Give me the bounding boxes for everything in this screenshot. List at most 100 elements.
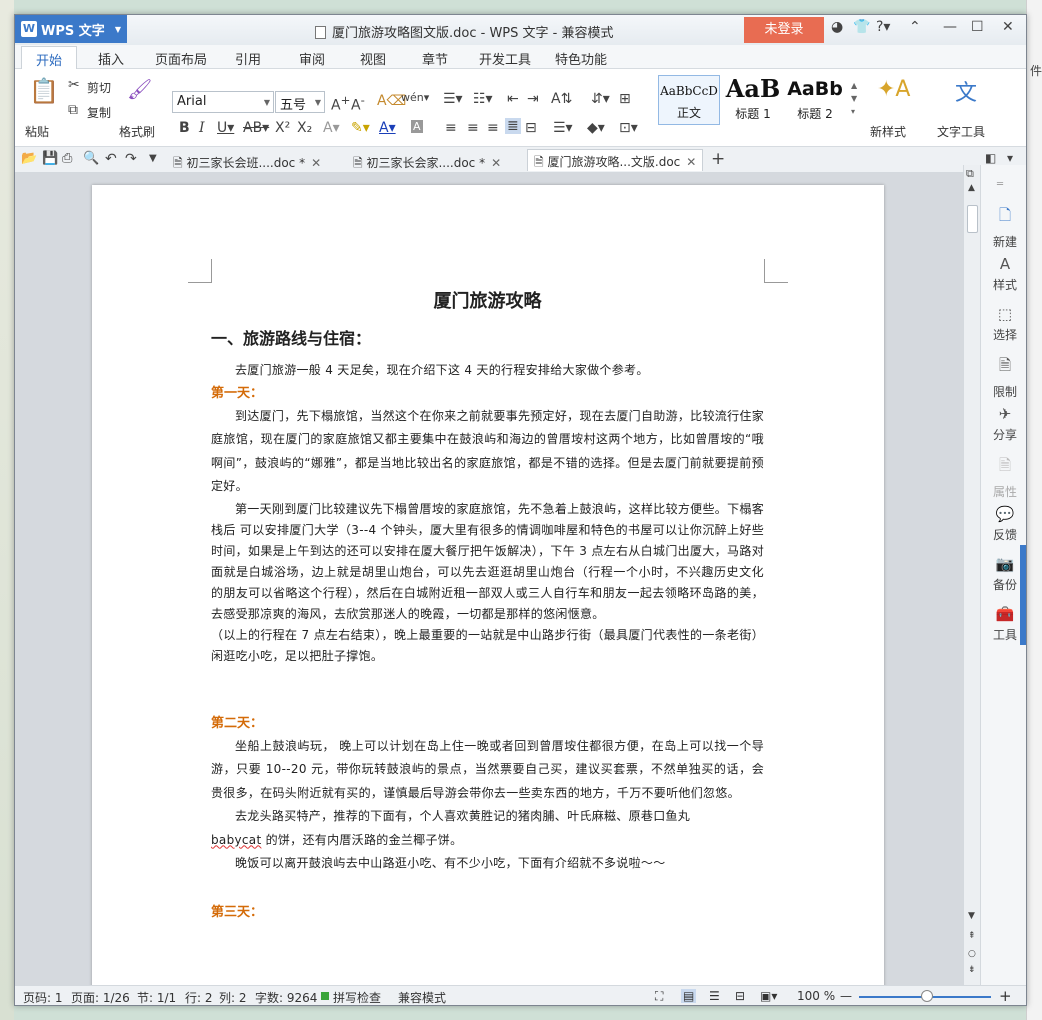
tab-chapter[interactable]: 章节	[422, 49, 448, 68]
numbering-icon[interactable]: ☷▾	[473, 91, 493, 107]
next-page-icon[interactable]: ⇟	[968, 965, 976, 975]
doc-tab-2[interactable]: 🗎 初三家长会家....doc * ✕	[347, 151, 507, 173]
subscript-icon[interactable]: X₂	[297, 120, 312, 136]
redo-icon[interactable]: ↷	[125, 151, 137, 167]
save-icon[interactable]: 💾	[42, 151, 58, 166]
justify-icon[interactable]: ≣	[505, 118, 521, 134]
zoom-out-icon[interactable]: —	[840, 989, 852, 1003]
cut-button[interactable]: 剪切	[87, 79, 111, 96]
text-tools-button[interactable]: 文字工具	[937, 123, 985, 140]
shrink-font-icon[interactable]: A-	[351, 93, 365, 114]
window-list-icon[interactable]: ◧	[985, 151, 996, 165]
minimize-icon[interactable]: —	[943, 19, 957, 35]
maximize-icon[interactable]: ☐	[971, 19, 984, 35]
reading-view-icon[interactable]: ▣▾	[760, 989, 777, 1003]
fullscreen-view-icon[interactable]: ⛶	[655, 989, 663, 1004]
side-restrict[interactable]: 🗎 限制	[981, 355, 1026, 400]
doc-tab-active[interactable]: 🗎 厦门旅游攻略...文版.doc ✕	[527, 149, 704, 171]
panel-collapse-icon[interactable]: ═	[997, 179, 1003, 190]
tab-features[interactable]: 特色功能	[555, 49, 607, 68]
style-heading-1[interactable]: AaB 标题 1	[722, 75, 784, 125]
scroll-down-icon[interactable]: ▼	[968, 911, 975, 921]
text-direction-icon[interactable]: A⇅	[551, 91, 572, 107]
document-page[interactable]: 厦门旅游攻略 一、旅游路线与住宿： 去厦门旅游一般 4 天足矣，现在介绍下这 4…	[92, 185, 884, 1005]
bold-icon[interactable]: B	[179, 120, 190, 136]
paste-icon[interactable]: 📋	[29, 77, 59, 105]
distributed-icon[interactable]: ⊟	[525, 120, 537, 136]
print-preview-icon[interactable]: 🔍	[83, 151, 99, 166]
side-properties[interactable]: 🗎 属性	[981, 455, 1026, 500]
table-icon[interactable]: ⊞	[619, 91, 631, 107]
format-painter-button[interactable]: 格式刷	[119, 123, 155, 140]
tab-menu-icon[interactable]: ▾	[1007, 151, 1013, 165]
shading-icon[interactable]: ◆▾	[587, 120, 605, 136]
new-style-button[interactable]: 新样式	[870, 123, 906, 140]
copy-button[interactable]: 复制	[87, 104, 111, 121]
collapse-ribbon-icon[interactable]: ⌃	[909, 19, 921, 35]
underline-icon[interactable]: U▾	[217, 120, 234, 136]
superscript-icon[interactable]: X²	[275, 120, 290, 136]
page-view-icon[interactable]: ▤	[681, 989, 697, 1003]
paste-button[interactable]: 粘贴	[25, 123, 49, 140]
outline-view-icon[interactable]: ☰	[709, 989, 720, 1003]
side-new[interactable]: 🗋 新建	[981, 205, 1026, 250]
customize-qat-icon[interactable]: ▼	[149, 153, 157, 164]
open-folder-icon[interactable]: 📂	[21, 151, 37, 166]
zoom-in-icon[interactable]: +	[999, 987, 1012, 1005]
prev-page-icon[interactable]: ⇞	[968, 931, 976, 941]
web-view-icon[interactable]: ⊟	[735, 989, 745, 1003]
tab-references[interactable]: 引用	[235, 49, 261, 68]
vertical-scrollbar[interactable]: ⧉ ▲ ▼ ⇞ ○ ⇟	[963, 165, 980, 985]
align-left-icon[interactable]: ≡	[445, 120, 457, 136]
close-tab-icon[interactable]: ✕	[311, 156, 321, 170]
side-share[interactable]: ✈ 分享	[981, 405, 1026, 443]
align-center-icon[interactable]: ≡	[467, 120, 479, 136]
borders-icon[interactable]: ⊡▾	[619, 120, 638, 136]
app-menu-button[interactable]: W WPS 文字 ▼	[15, 15, 127, 43]
font-size-select[interactable]: 五号 ▼	[275, 91, 325, 113]
zoom-level[interactable]: 100 %	[797, 989, 835, 1003]
text-effect-icon[interactable]: A▾	[323, 120, 340, 136]
style-normal[interactable]: AaBbCcD 正文	[658, 75, 720, 125]
scroll-top-icon[interactable]: ⧉	[966, 167, 974, 181]
zoom-slider-knob[interactable]	[921, 990, 933, 1002]
skin-icon[interactable]: ◕	[831, 19, 843, 35]
tab-review[interactable]: 审阅	[299, 49, 325, 68]
align-right-icon[interactable]: ≡	[487, 120, 499, 136]
tab-home[interactable]: 开始	[21, 46, 78, 70]
status-spellcheck[interactable]: 拼写检查	[333, 989, 381, 1005]
close-tab-icon[interactable]: ✕	[686, 155, 696, 169]
side-select[interactable]: ⬚ 选择	[981, 305, 1026, 343]
close-icon[interactable]: ✕	[1002, 19, 1014, 35]
print-icon[interactable]: ⎙	[62, 151, 72, 166]
increase-indent-icon[interactable]: ⇥	[527, 91, 539, 107]
shirt-icon[interactable]: 👕	[853, 19, 870, 35]
tab-view[interactable]: 视图	[360, 49, 386, 68]
document-body[interactable]: 厦门旅游攻略 一、旅游路线与住宿： 去厦门旅游一般 4 天足矣，现在介绍下这 4…	[211, 287, 764, 924]
style-heading-2[interactable]: AaBb 标题 2	[785, 75, 845, 125]
side-style[interactable]: A 样式	[981, 255, 1026, 293]
new-tab-icon[interactable]: +	[711, 149, 725, 169]
sort-icon[interactable]: ⇵▾	[591, 91, 610, 107]
undo-icon[interactable]: ↶	[105, 151, 117, 167]
phonetic-icon[interactable]: wén▾	[401, 91, 429, 104]
highlight-icon[interactable]: ✎▾	[351, 120, 370, 136]
scroll-up-icon[interactable]: ▲	[968, 183, 975, 193]
close-tab-icon[interactable]: ✕	[491, 156, 501, 170]
font-name-select[interactable]: Arial ▼	[172, 91, 274, 113]
char-shading-icon[interactable]: A	[411, 120, 423, 133]
bullets-icon[interactable]: ☰▾	[443, 91, 463, 107]
browse-object-icon[interactable]: ○	[968, 949, 976, 959]
login-button[interactable]: 未登录	[744, 17, 824, 43]
tab-page-layout[interactable]: 页面布局	[155, 49, 207, 68]
strikethrough-icon[interactable]: AB▾	[243, 120, 269, 136]
grow-font-icon[interactable]: A+	[331, 93, 350, 114]
style-scroll-icon[interactable]: ▲ ▼ ▾	[851, 79, 857, 118]
side-feedback[interactable]: 💬 反馈	[981, 505, 1026, 543]
line-spacing-icon[interactable]: ☰▾	[553, 120, 573, 136]
decrease-indent-icon[interactable]: ⇤	[507, 91, 519, 107]
tab-developer[interactable]: 开发工具	[479, 49, 531, 68]
font-color-icon[interactable]: A▾	[379, 120, 396, 136]
scroll-thumb[interactable]	[967, 205, 978, 233]
italic-icon[interactable]: I	[199, 120, 205, 136]
